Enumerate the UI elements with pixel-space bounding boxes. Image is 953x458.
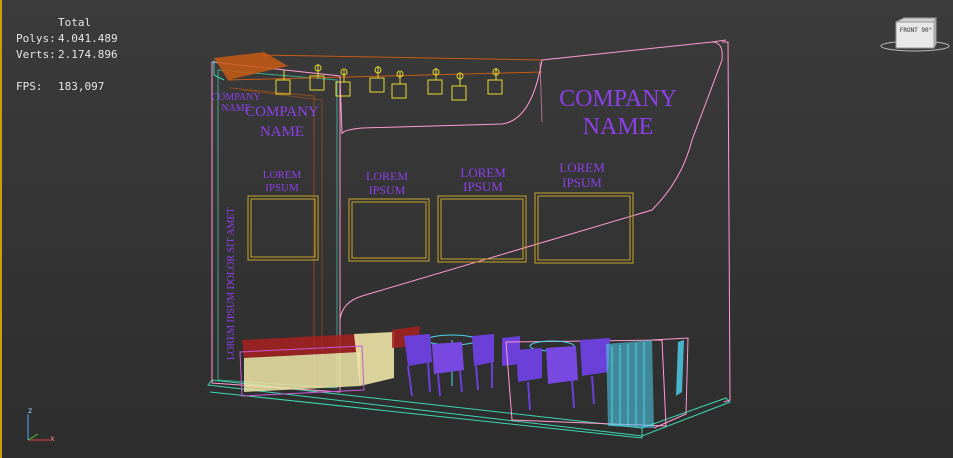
company-name-small-line1: COMPANY (211, 92, 260, 103)
panel-2-line1: LOREM (460, 165, 506, 180)
spotlight (427, 68, 443, 95)
axis-z-label: z (28, 406, 33, 415)
picture-frames (247, 192, 634, 264)
spotlight (309, 64, 325, 91)
spotlight (275, 70, 291, 95)
panel-1-line1: LOREM (366, 169, 408, 183)
panel-left-line2: IPSUM (265, 182, 299, 194)
company-name-left-line1: COMPANY (245, 104, 319, 120)
viewcube-icon[interactable] (878, 14, 952, 54)
company-name-left-line2: NAME (260, 124, 304, 140)
company-name-small-line2: NAME (221, 103, 250, 114)
viewcube-face-label: FRONT 90° (899, 27, 933, 34)
frame-1 (348, 198, 430, 262)
spotlight (369, 66, 385, 93)
frame-3 (534, 192, 634, 264)
frame-2 (437, 195, 527, 263)
ceiling-lights (275, 64, 503, 101)
panel-left-line1: LOREM (263, 169, 302, 181)
table-chairs-set (404, 334, 520, 397)
panel-2-line2: IPSUM (463, 179, 503, 194)
panel-3-line2: IPSUM (562, 175, 602, 190)
panel-3-line1: LOREM (559, 160, 605, 175)
spotlight (451, 72, 467, 101)
company-name-big-line1: COMPANY (559, 86, 677, 112)
spotlight (487, 68, 503, 95)
spotlight (335, 68, 351, 97)
counter-area (505, 337, 689, 429)
perspective-viewport[interactable]: Total Polys: 4.041.489 Verts: 2.174.896 FP… (0, 0, 953, 458)
axis-x-label: x (50, 434, 55, 443)
company-name-big-line2: NAME (583, 114, 654, 140)
exhibition-booth-wireframe: COMPANY NAME COMPANY NAME COMPANY NAME L… (207, 39, 731, 439)
viewcube[interactable]: FRONT 90° (878, 14, 952, 54)
panel-1-line2: IPSUM (369, 183, 406, 197)
sofa (239, 326, 420, 397)
axis-tripod: z x (20, 406, 60, 452)
vertical-slogan: LOREM IPSUM DOLOR SIT AMET (226, 207, 237, 360)
frame-left (247, 195, 319, 261)
